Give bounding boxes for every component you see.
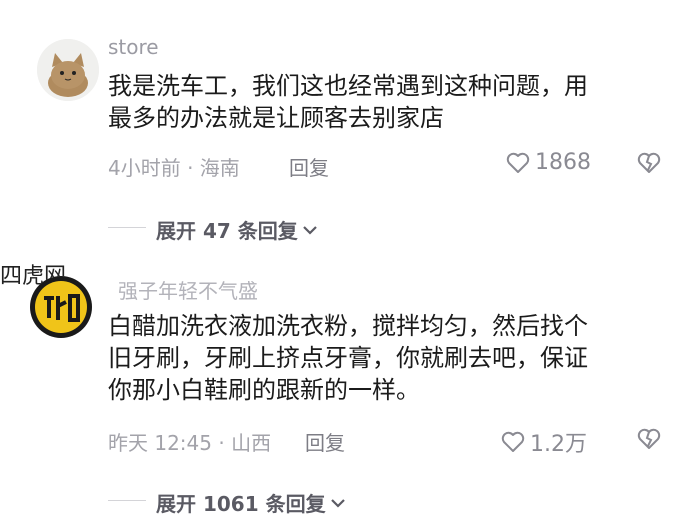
like-button[interactable]: 1.2万	[500, 426, 587, 458]
comment-meta: 昨天 12:45 · 山西	[108, 431, 272, 455]
avatar[interactable]	[30, 276, 92, 338]
dislike-button[interactable]	[636, 427, 662, 455]
broken-heart-icon	[637, 152, 661, 173]
dislike-button[interactable]	[636, 151, 662, 179]
comment-line: 最多的办法就是让顾客去别家店	[108, 104, 444, 132]
comment-line: 你那小白鞋刷的跟新的一样。	[108, 376, 420, 404]
heart-icon	[501, 431, 525, 452]
comment-meta: 4小时前 · 海南	[108, 156, 240, 180]
chevron-down-icon	[330, 498, 345, 508]
expand-replies-label: 展开 47 条回复	[156, 219, 298, 243]
reply-button[interactable]: 回复	[289, 152, 329, 181]
username[interactable]: 强子年轻不气盛	[118, 275, 258, 304]
like-count: 1.2万	[530, 432, 587, 457]
like-button[interactable]: 1868	[505, 150, 591, 175]
username[interactable]: store	[108, 35, 159, 59]
expand-replies-button[interactable]: 展开 1061 条回复	[156, 488, 347, 517]
heart-icon	[506, 152, 530, 173]
comment-text: 白醋加洗衣液加洗衣粉，搅拌均匀，然后找个 旧牙刷，牙刷上挤点牙膏，你就刷去吧，保…	[108, 310, 588, 406]
broken-heart-icon	[637, 428, 661, 449]
cat-avatar-icon	[37, 39, 99, 101]
like-count: 1868	[535, 150, 591, 175]
avatar[interactable]	[37, 39, 99, 101]
expand-replies-label: 展开 1061 条回复	[156, 492, 326, 516]
divider	[108, 500, 146, 501]
comment-line: 旧牙刷，牙刷上挤点牙膏，你就刷去吧，保证	[108, 344, 588, 372]
comment-text: 我是洗车工，我们这也经常遇到这种问题，用 最多的办法就是让顾客去别家店	[108, 70, 588, 134]
reply-button[interactable]: 回复	[305, 427, 345, 456]
comment-line: 我是洗车工，我们这也经常遇到这种问题，用	[108, 72, 588, 100]
divider	[108, 227, 146, 228]
comment-line: 白醋加洗衣液加洗衣粉，搅拌均匀，然后找个	[108, 312, 588, 340]
chevron-down-icon	[302, 225, 317, 235]
expand-replies-button[interactable]: 展开 47 条回复	[156, 215, 319, 244]
logo-avatar-icon	[30, 276, 92, 338]
